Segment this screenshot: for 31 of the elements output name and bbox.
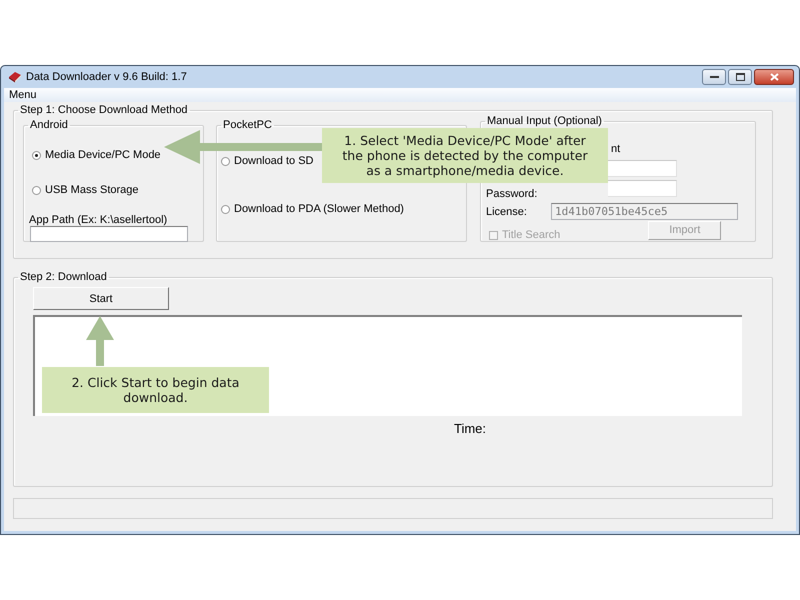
license-field[interactable]: 1d41b07051be45ce5: [551, 203, 738, 220]
radio-option[interactable]: Download to PDA (Slower Method): [221, 203, 404, 215]
radio-option[interactable]: Download to SD: [221, 155, 314, 167]
minimize-button[interactable]: [702, 69, 726, 85]
field-label: nt: [611, 143, 620, 155]
start-button[interactable]: Start: [33, 287, 169, 310]
time-label: Time:: [454, 421, 486, 436]
callout-note: 1. Select 'Media Device/PC Mode' after the phone is detected by the computer as a smartphone/media device.: [322, 128, 608, 183]
callout-note: 2. Click Start to begin data download.: [42, 367, 269, 413]
callout-arrow: [86, 316, 114, 366]
group-title: Manual Input (Optional): [486, 115, 603, 127]
close-icon: [770, 73, 778, 81]
close-button[interactable]: [754, 69, 794, 85]
group-title: Step 1: Choose Download Method: [19, 104, 189, 116]
group-title: PocketPC: [222, 119, 273, 131]
field-label: License:: [486, 206, 528, 218]
app-path-field[interactable]: [30, 226, 188, 242]
field-label: App Path (Ex: K:\asellertool): [29, 214, 168, 226]
menu-item[interactable]: Menu: [9, 89, 37, 101]
book-icon: [8, 71, 22, 83]
group-title: Android: [29, 119, 69, 131]
text-field[interactable]: [608, 160, 677, 177]
maximize-icon: [736, 73, 744, 81]
maximize-button[interactable]: [728, 69, 752, 85]
password-field[interactable]: [608, 180, 677, 197]
group-title: Step 2: Download: [19, 271, 108, 283]
minimize-icon: [710, 76, 718, 78]
radio-option[interactable]: Media Device/PC Mode: [32, 149, 161, 161]
radio-option[interactable]: USB Mass Storage: [32, 184, 139, 196]
field-label: Password:: [486, 188, 538, 200]
window-title: Data Downloader v 9.6 Build: 1.7: [26, 71, 187, 83]
